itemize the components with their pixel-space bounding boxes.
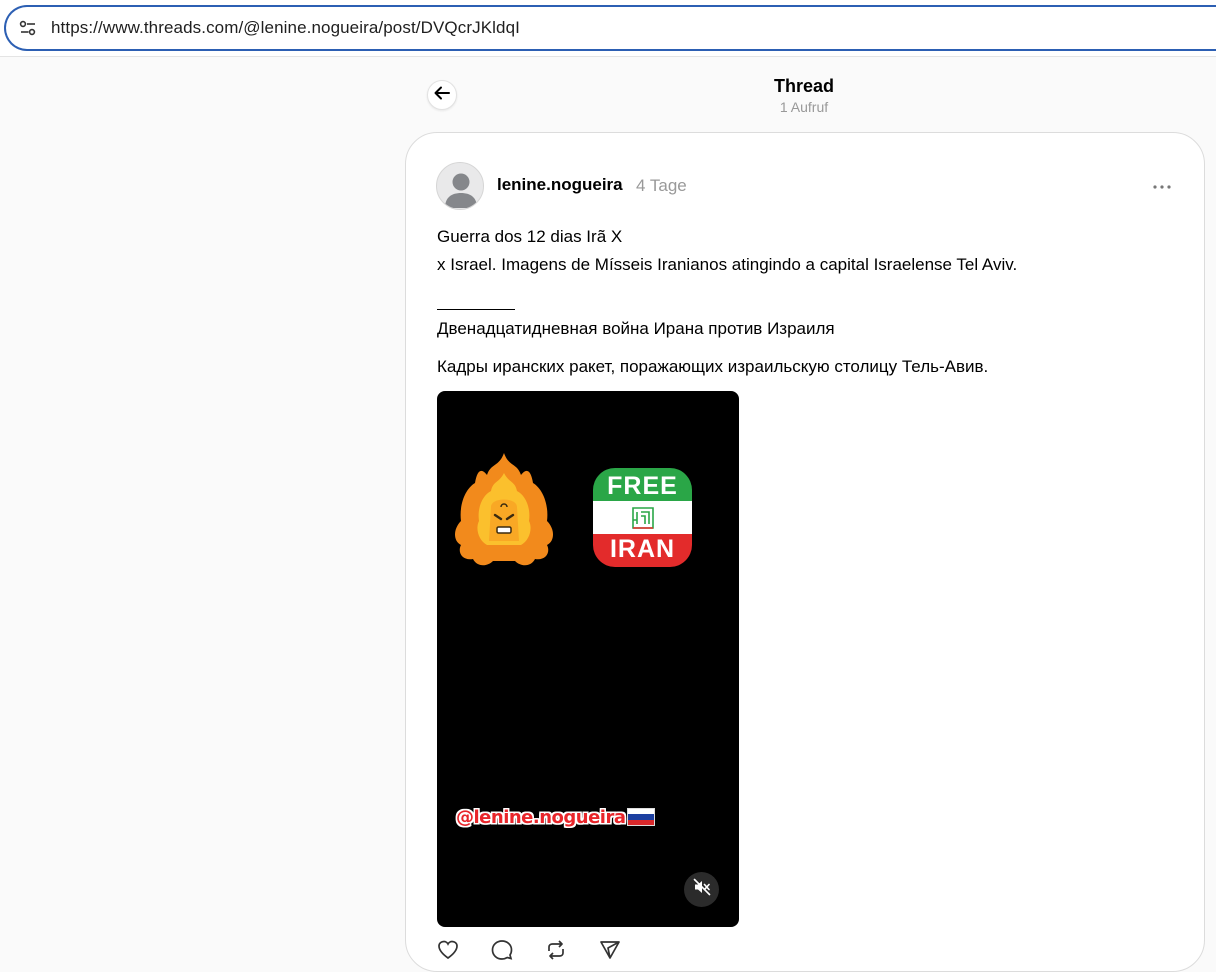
comment-icon[interactable]	[491, 939, 513, 961]
text-separator	[437, 309, 515, 310]
fire-sticker	[455, 453, 553, 566]
address-bar[interactable]: https://www.threads.com/@lenine.nogueira…	[4, 5, 1216, 51]
arrow-left-icon	[434, 86, 450, 105]
more-button[interactable]	[1148, 173, 1176, 197]
back-button[interactable]	[427, 80, 457, 110]
post-card: lenine.nogueira 4 Tage Guerra dos 12 dia…	[405, 132, 1205, 972]
repost-icon[interactable]	[545, 939, 567, 961]
iran-emblem-icon	[593, 501, 692, 534]
page-title: Thread	[773, 76, 834, 96]
action-bar	[437, 939, 621, 961]
post-text-line: x Israel. Imagens de Mísseis Iranianos a…	[437, 255, 1018, 274]
sticker-bottom-text: IRAN	[593, 534, 692, 567]
share-icon[interactable]	[599, 939, 621, 961]
sticker-top-text: FREE	[593, 468, 692, 501]
post-text-line: Кадры иранских ракет, поражающих израиль…	[437, 357, 989, 376]
tune-icon[interactable]	[17, 17, 39, 39]
russia-flag-icon	[626, 808, 655, 826]
url-text[interactable]: https://www.threads.com/@lenine.nogueira…	[51, 18, 520, 38]
video-player[interactable]: FREE IRAN @lenine.nogueira	[437, 391, 739, 927]
post-text-line: Двенадцатидневная война Ирана против Изр…	[437, 319, 835, 338]
username[interactable]: lenine.nogueira	[497, 175, 623, 195]
free-iran-sticker: FREE IRAN	[593, 468, 692, 567]
video-watermark: @lenine.nogueira	[456, 805, 655, 829]
mute-button[interactable]	[684, 872, 719, 907]
post-text-line: Guerra dos 12 dias Irã X	[437, 227, 623, 246]
watermark-text: @lenine.nogueira	[456, 806, 626, 828]
heart-icon[interactable]	[437, 939, 459, 961]
avatar[interactable]	[436, 162, 484, 210]
view-count: 1 Aufruf	[779, 99, 829, 115]
volume-off-icon	[693, 878, 711, 901]
more-horizontal-icon	[1153, 176, 1171, 194]
post-time[interactable]: 4 Tage	[636, 176, 687, 196]
